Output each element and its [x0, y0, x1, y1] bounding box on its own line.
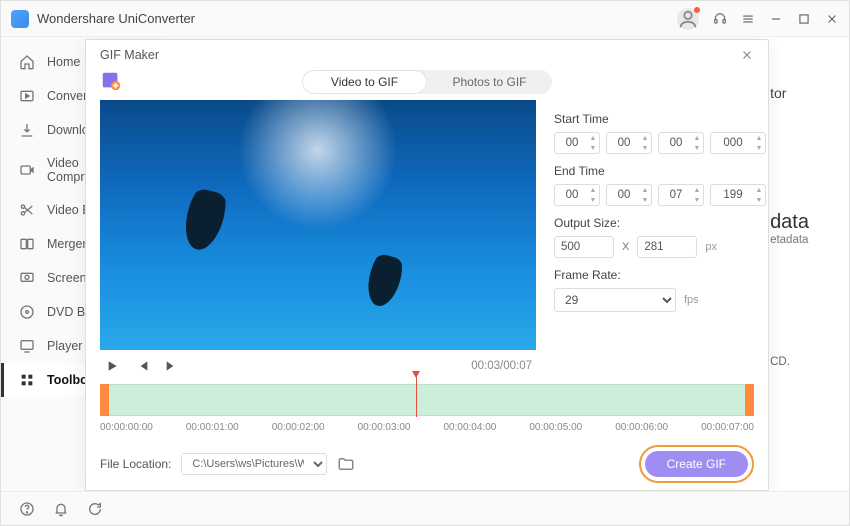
- chevron-up-icon[interactable]: ▲: [640, 185, 650, 195]
- playhead[interactable]: [416, 377, 417, 417]
- output-height-input[interactable]: [637, 236, 697, 258]
- start-time-label: Start Time: [554, 112, 766, 126]
- chevron-down-icon[interactable]: ▼: [588, 195, 598, 205]
- timeline-ticks: 00:00:00:00 00:00:01:00 00:00:02:00 00:0…: [100, 416, 754, 433]
- bell-icon[interactable]: [53, 501, 69, 517]
- chevron-down-icon[interactable]: ▼: [754, 195, 764, 205]
- chevron-down-icon[interactable]: ▼: [754, 143, 764, 153]
- recorder-icon: [19, 270, 35, 286]
- app-title: Wondershare UniConverter: [37, 11, 195, 26]
- chevron-up-icon[interactable]: ▲: [692, 133, 702, 143]
- chevron-up-icon[interactable]: ▲: [754, 185, 764, 195]
- dialog-title: GIF Maker: [100, 48, 159, 62]
- chevron-up-icon[interactable]: ▲: [640, 133, 650, 143]
- gif-maker-dialog: GIF Maker Video to GIF Photos to GIF: [85, 39, 769, 491]
- scissors-icon: [19, 202, 35, 218]
- close-icon[interactable]: [825, 12, 839, 26]
- play-button[interactable]: [104, 358, 120, 374]
- file-location-label: File Location:: [100, 457, 171, 471]
- chevron-down-icon[interactable]: ▼: [692, 195, 702, 205]
- dimension-x: X: [622, 241, 629, 253]
- px-unit: px: [705, 241, 717, 253]
- chevron-up-icon[interactable]: ▲: [588, 185, 598, 195]
- video-preview[interactable]: [100, 100, 536, 350]
- file-location-select[interactable]: C:\Users\ws\Pictures\Wonders: [181, 453, 327, 475]
- end-time-label: End Time: [554, 164, 766, 178]
- output-size-label: Output Size:: [554, 216, 766, 230]
- sidebar-item-label: Home: [47, 55, 80, 69]
- close-icon[interactable]: [740, 48, 754, 62]
- timeline-track[interactable]: [100, 384, 754, 416]
- fps-unit: fps: [684, 294, 699, 306]
- menu-icon[interactable]: [741, 12, 755, 26]
- app-logo: [11, 10, 29, 28]
- output-width-input[interactable]: [554, 236, 614, 258]
- chevron-up-icon[interactable]: ▲: [754, 133, 764, 143]
- player-icon: [19, 338, 35, 354]
- timecode: 00:03/00:07: [471, 360, 532, 372]
- home-icon: [19, 54, 35, 70]
- prev-frame-button[interactable]: [134, 358, 150, 374]
- headset-icon[interactable]: [713, 12, 727, 26]
- merger-icon: [19, 236, 35, 252]
- minimize-icon[interactable]: [769, 12, 783, 26]
- add-file-button[interactable]: [100, 70, 122, 92]
- background-content: tor dataetadata CD.: [770, 85, 809, 368]
- help-icon[interactable]: [19, 501, 35, 517]
- create-gif-button[interactable]: Create GIF: [645, 451, 748, 477]
- sidebar-item-label: Merger: [47, 237, 87, 251]
- trim-handle-right[interactable]: [745, 384, 754, 416]
- account-icon[interactable]: [677, 8, 699, 30]
- mode-tabs: Video to GIF Photos to GIF: [302, 70, 552, 94]
- sidebar-item-label: Player: [47, 339, 82, 353]
- chevron-down-icon[interactable]: ▼: [588, 143, 598, 153]
- maximize-icon[interactable]: [797, 12, 811, 26]
- download-icon: [19, 122, 35, 138]
- trim-handle-left[interactable]: [100, 384, 109, 416]
- frame-rate-label: Frame Rate:: [554, 268, 766, 282]
- next-frame-button[interactable]: [164, 358, 180, 374]
- feedback-icon[interactable]: [87, 501, 103, 517]
- disc-icon: [19, 304, 35, 320]
- tab-photos-to-gif[interactable]: Photos to GIF: [427, 70, 552, 94]
- frame-rate-select[interactable]: 29: [554, 288, 676, 312]
- timeline[interactable]: 00:00:00:00 00:00:01:00 00:00:02:00 00:0…: [100, 384, 754, 433]
- converter-icon: [19, 88, 35, 104]
- compressor-icon: [19, 162, 35, 178]
- grid-icon: [19, 372, 35, 388]
- chevron-up-icon[interactable]: ▲: [692, 185, 702, 195]
- chevron-down-icon[interactable]: ▼: [640, 195, 650, 205]
- tab-video-to-gif[interactable]: Video to GIF: [302, 70, 427, 94]
- chevron-down-icon[interactable]: ▼: [640, 143, 650, 153]
- chevron-up-icon[interactable]: ▲: [588, 133, 598, 143]
- chevron-down-icon[interactable]: ▼: [692, 143, 702, 153]
- create-gif-highlight: Create GIF: [639, 445, 754, 483]
- open-folder-button[interactable]: [337, 455, 355, 473]
